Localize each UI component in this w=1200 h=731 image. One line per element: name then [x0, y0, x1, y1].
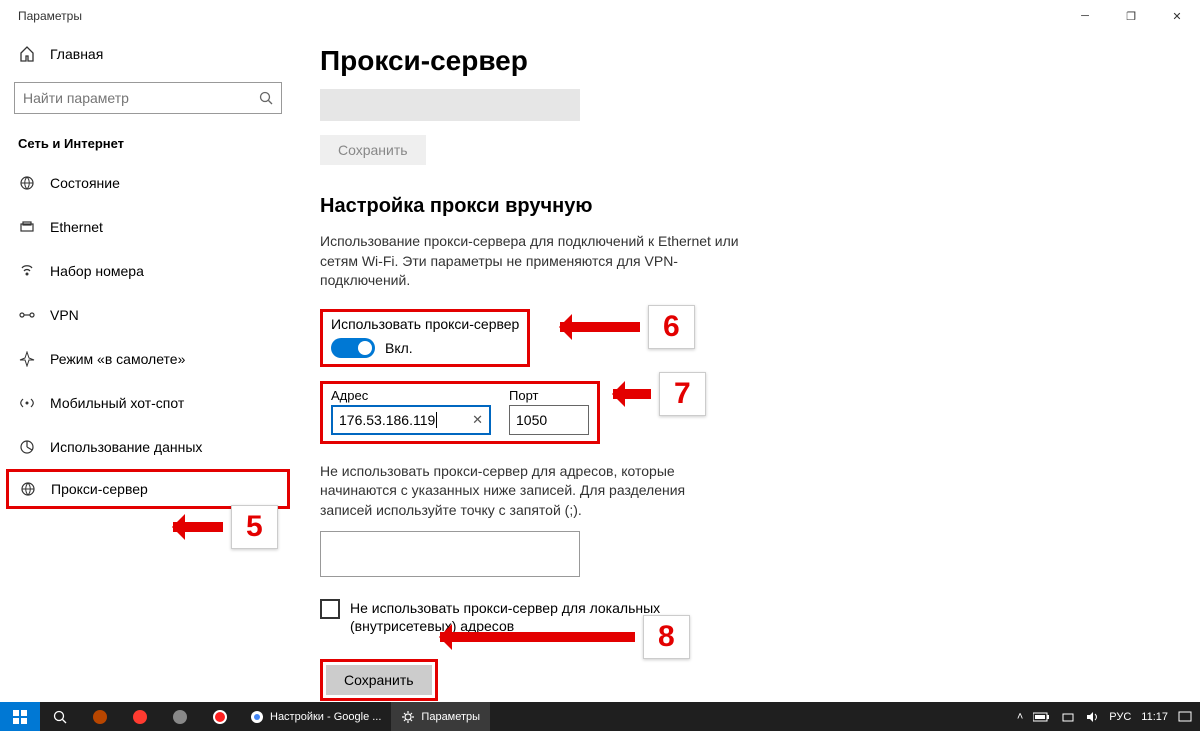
hotspot-icon [18, 395, 36, 411]
port-value: 1050 [516, 412, 547, 428]
tray-chevron-icon[interactable]: ˄ [1017, 711, 1023, 723]
taskbar-chrome-app[interactable]: Настройки - Google ... [240, 702, 391, 731]
taskbar-app-icon[interactable] [200, 702, 240, 731]
sidebar-item-airplane[interactable]: Режим «в самолете» [0, 337, 296, 381]
sidebar-item-proxy[interactable]: Прокси-сервер [6, 469, 290, 509]
titlebar: Параметры ─ ❐ ✕ [0, 0, 1200, 32]
tray-volume-icon[interactable] [1085, 710, 1099, 724]
proxy-icon [19, 481, 37, 497]
sidebar-item-hotspot[interactable]: Мобильный хот-спот [0, 381, 296, 425]
taskbar-app-icon[interactable] [160, 702, 200, 731]
sidebar-item-label: Режим «в самолете» [50, 351, 185, 367]
exclusion-textarea[interactable] [320, 531, 580, 577]
section-heading: Настройка прокси вручную [320, 195, 1140, 218]
taskbar-search-icon[interactable] [40, 702, 80, 731]
sidebar-item-label: Прокси-сервер [51, 481, 148, 497]
local-addresses-checkbox[interactable] [320, 599, 340, 619]
tray-notifications-icon[interactable] [1178, 710, 1192, 724]
save-button-disabled: Сохранить [320, 135, 426, 165]
exclusion-description: Не использовать прокси-сервер для адресо… [320, 462, 740, 521]
sidebar-home-label: Главная [50, 46, 103, 62]
address-input[interactable]: 176.53.186.119 ✕ [331, 405, 491, 435]
sidebar-item-ethernet[interactable]: Ethernet [0, 205, 296, 249]
sidebar-item-dialup[interactable]: Набор номера [0, 249, 296, 293]
taskbar-settings-app[interactable]: Параметры [391, 702, 490, 731]
taskbar-app-icon[interactable] [120, 702, 160, 731]
sidebar-item-label: Набор номера [50, 263, 144, 279]
minimize-button[interactable]: ─ [1062, 0, 1108, 32]
maximize-button[interactable]: ❐ [1108, 0, 1154, 32]
tray-language[interactable]: РУС [1109, 711, 1131, 723]
sidebar-item-status[interactable]: Состояние [0, 161, 296, 205]
search-input[interactable] [23, 90, 259, 106]
sidebar-item-label: Мобильный хот-спот [50, 395, 184, 411]
sidebar-section-title: Сеть и Интернет [0, 114, 296, 161]
address-label: Адрес [331, 388, 491, 403]
port-input[interactable]: 1050 [509, 405, 589, 435]
disabled-field [320, 89, 580, 121]
tray-network-icon[interactable] [1061, 710, 1075, 724]
sidebar-home[interactable]: Главная [0, 32, 296, 76]
taskbar-app-icon[interactable] [80, 702, 120, 731]
datausage-icon [18, 439, 36, 455]
search-icon [259, 91, 273, 105]
sidebar-item-vpn[interactable]: VPN [0, 293, 296, 337]
port-label: Порт [509, 388, 589, 403]
search-input-box[interactable] [14, 82, 282, 114]
page-title: Прокси-сервер [320, 45, 1140, 77]
sidebar: Главная Сеть и Интернет Состояние Ethern… [0, 32, 296, 702]
sidebar-item-datausage[interactable]: Использование данных [0, 425, 296, 469]
window-title: Параметры [18, 9, 82, 23]
airplane-icon [18, 351, 36, 367]
toggle-state: Вкл. [385, 340, 413, 356]
vpn-icon [18, 309, 36, 321]
home-icon [18, 46, 36, 62]
tray-battery-icon[interactable] [1033, 712, 1051, 722]
start-button[interactable] [0, 702, 40, 731]
sidebar-item-label: Использование данных [50, 439, 202, 455]
save-button-outline: Сохранить [320, 659, 438, 701]
checkbox-label: Не использовать прокси-сервер для локаль… [350, 599, 740, 635]
sidebar-item-label: Состояние [50, 175, 120, 191]
main-content: Прокси-сервер Сохранить Настройка прокси… [320, 45, 1140, 701]
use-proxy-toggle[interactable] [331, 338, 375, 358]
tray-time[interactable]: 11:17 [1141, 711, 1168, 723]
address-port-block: Адрес 176.53.186.119 ✕ Порт 1050 [320, 381, 600, 444]
toggle-label: Использовать прокси-сервер [331, 316, 519, 332]
system-tray: ˄ РУС 11:17 [1017, 710, 1200, 724]
ethernet-icon [18, 219, 36, 235]
address-value: 176.53.186.119 [339, 412, 435, 428]
sidebar-item-label: Ethernet [50, 219, 103, 235]
status-icon [18, 175, 36, 191]
save-button[interactable]: Сохранить [326, 665, 432, 695]
use-proxy-toggle-block: Использовать прокси-сервер Вкл. [320, 309, 530, 367]
section-description: Использование прокси-сервера для подключ… [320, 232, 740, 291]
dialup-icon [18, 263, 36, 279]
taskbar: Настройки - Google ... Параметры ˄ РУС 1… [0, 702, 1200, 731]
close-button[interactable]: ✕ [1154, 0, 1200, 32]
clear-icon[interactable]: ✕ [464, 412, 483, 428]
sidebar-item-label: VPN [50, 307, 79, 323]
